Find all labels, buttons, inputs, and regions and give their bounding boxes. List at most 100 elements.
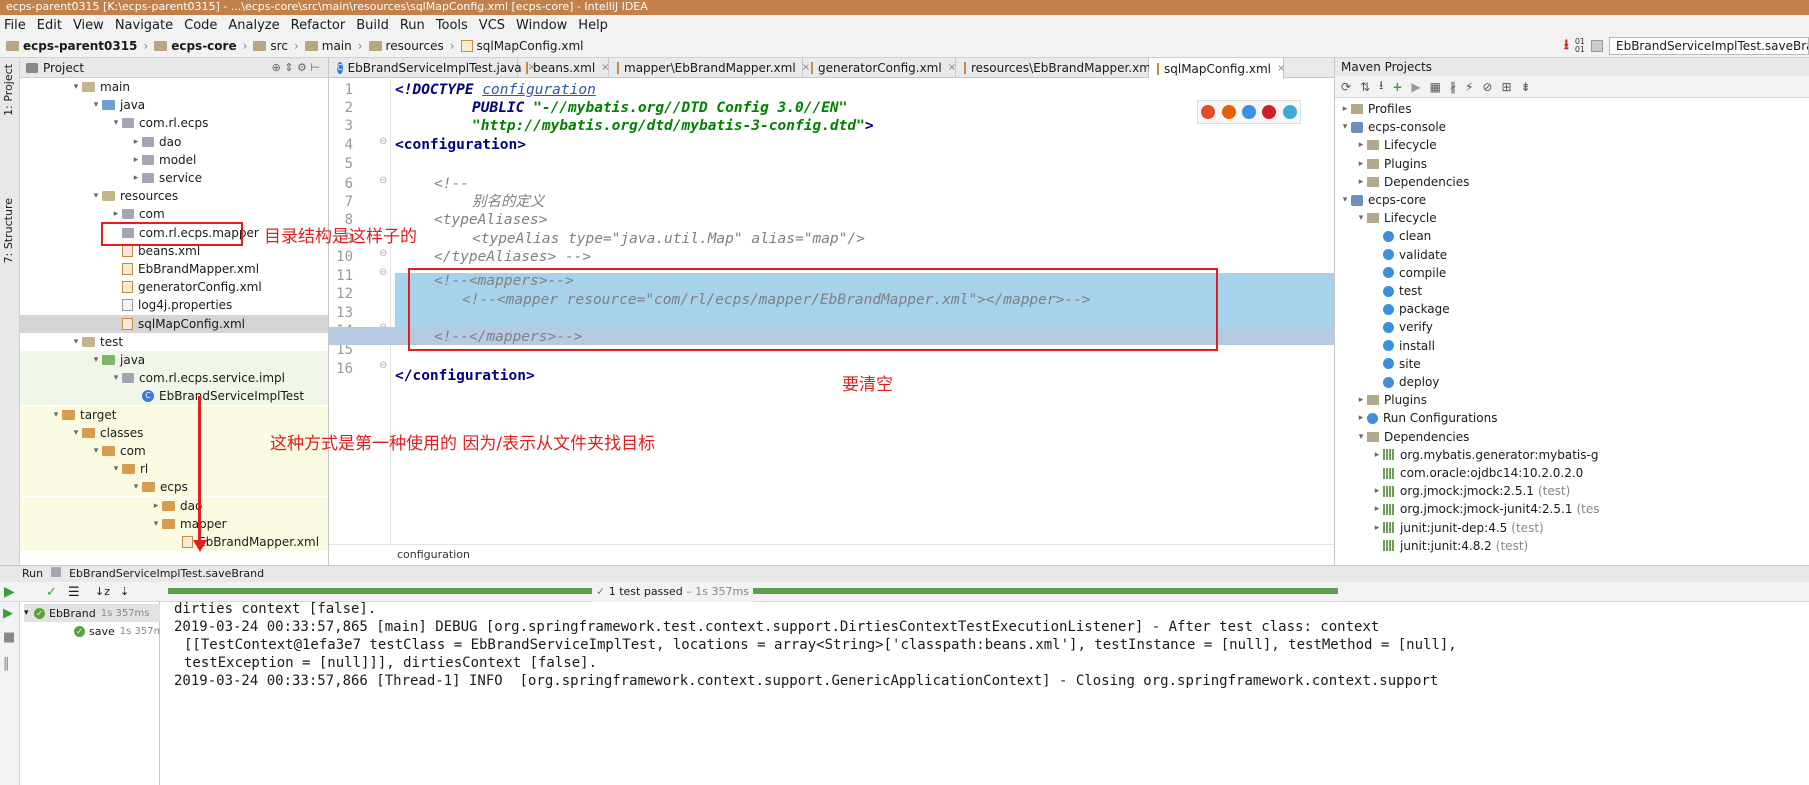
execute-icon[interactable]: ▦ (1430, 80, 1441, 94)
safari-icon[interactable] (1241, 105, 1256, 119)
run-config-selector[interactable]: EbBrandServiceImplTest.saveBrand (1609, 37, 1809, 55)
maven-tree-item[interactable]: ▾ ecps-core (1339, 191, 1426, 209)
fold-marker-6-icon[interactable]: ⊖ (379, 175, 387, 186)
expanded-arrow-icon[interactable]: ▾ (90, 96, 102, 114)
breadcrumb-project[interactable]: ecps-parent0315 › (6, 39, 148, 53)
project-tree-item[interactable]: ▸ dao (20, 496, 328, 515)
maven-tree-item[interactable]: ▸ Plugins (1355, 391, 1427, 409)
project-tree-item[interactable]: ▾ java (20, 351, 328, 369)
test-suite-row[interactable]: ▾ ✓ EbBrand 1s 357ms (24, 604, 164, 622)
maven-tree-item[interactable]: ▸ org.mybatis.generator:mybatis-g (1371, 446, 1599, 464)
expanded-arrow-icon[interactable]: ▾ (70, 333, 82, 351)
code-line-7[interactable]: 别名的定义 (472, 193, 545, 211)
editor-tab[interactable]: beans.xml × (518, 58, 610, 78)
menu-item-build[interactable]: Build (356, 18, 389, 33)
offline-icon[interactable]: ⚡ (1465, 80, 1473, 94)
maven-tree-item[interactable]: ▾ Lifecycle (1355, 209, 1437, 227)
fold-marker-11-icon[interactable]: ⊖ (379, 267, 387, 278)
breadcrumb-module[interactable]: ecps-core › (154, 39, 247, 53)
menu-item-vcs[interactable]: VCS (479, 18, 505, 33)
expanded-arrow-icon[interactable]: ▾ (110, 369, 122, 387)
project-tree-item[interactable]: EbBrandMapper.xml (20, 533, 328, 551)
firefox-icon[interactable] (1221, 105, 1236, 119)
menu-item-refactor[interactable]: Refactor (291, 18, 346, 33)
maven-tree-item[interactable]: ▸ org.jmock:jmock:2.5.1 (test) (1371, 482, 1571, 500)
code-line-9[interactable]: <typeAlias type="java.util.Map" alias="m… (472, 230, 865, 248)
maven-tree-item[interactable]: site (1371, 355, 1421, 373)
menu-item-tools[interactable]: Tools (436, 18, 468, 33)
maven-tree-item[interactable]: test (1371, 282, 1422, 300)
project-tree-item[interactable]: ▾ java (20, 96, 328, 114)
expanded-arrow-icon[interactable]: ▾ (90, 187, 102, 205)
run-icon[interactable]: ▶ (1411, 80, 1420, 94)
expanded-arrow-icon[interactable]: ▾ (90, 351, 102, 369)
code-line-10[interactable]: </typeAliases> --> (434, 248, 591, 266)
expanded-arrow-icon[interactable]: ▾ (1339, 118, 1351, 136)
close-tab-icon[interactable]: × (1277, 59, 1285, 79)
breadcrumb-resources[interactable]: resources › (368, 39, 455, 53)
collapsed-arrow-icon[interactable]: ▸ (130, 133, 142, 151)
collapsed-arrow-icon[interactable]: ▸ (1355, 391, 1367, 409)
project-tree-item[interactable]: ▾ target (20, 405, 328, 424)
expanded-arrow-icon[interactable]: ▾ (110, 114, 122, 132)
project-tree-item[interactable]: ▾ main (20, 78, 328, 96)
project-tree-item[interactable]: ▾ com.rl.ecps.service.impl (20, 369, 328, 388)
breadcrumb-main[interactable]: main › (304, 39, 363, 53)
project-tree-item[interactable]: sqlMapConfig.xml (20, 314, 328, 333)
breadcrumb-file[interactable]: sqlMapConfig.xml (460, 39, 583, 53)
skip-tests-icon[interactable]: ⊘ (1482, 80, 1492, 94)
collapsed-arrow-icon[interactable]: ▸ (1371, 482, 1383, 500)
editor-tab[interactable]: generatorConfig.xml × (803, 58, 956, 78)
project-tree-item[interactable]: ▸ service (20, 169, 328, 187)
pause-icon[interactable]: ‖ (3, 656, 10, 671)
generate-sources-icon[interactable]: ⇅ (1360, 80, 1370, 94)
breadcrumb-src[interactable]: src › (253, 39, 299, 53)
expanded-arrow-icon[interactable]: ▾ (1339, 191, 1351, 209)
maven-tree-item[interactable]: ▾ Dependencies (1355, 428, 1470, 446)
code-line-12[interactable]: <!--<mapper resource="com/rl/ecps/mapper… (462, 291, 1091, 309)
code-line-6[interactable]: <!-- (434, 175, 469, 193)
add-icon[interactable]: + (1392, 80, 1402, 94)
code-line-14[interactable]: <!--</mappers>--> (434, 328, 582, 346)
editor-breadcrumb[interactable]: configuration (329, 544, 1334, 565)
collapsed-arrow-icon[interactable]: ▸ (130, 151, 142, 169)
maven-tree-item[interactable]: clean (1371, 227, 1431, 245)
collapsed-arrow-icon[interactable]: ▸ (1355, 173, 1367, 191)
editor-tab[interactable]: mapper\EbBrandMapper.xml × (609, 58, 810, 78)
ie-icon[interactable] (1282, 105, 1297, 119)
maven-tree-item[interactable]: ▸ Profiles (1339, 100, 1412, 118)
maven-tree-item[interactable]: package (1371, 300, 1450, 318)
rerun-icon[interactable]: ▶ (4, 584, 15, 600)
maven-tree-item[interactable]: verify (1371, 318, 1433, 336)
project-tree-item[interactable]: ▾ resources (20, 187, 328, 205)
collapsed-arrow-icon[interactable]: ▸ (1371, 519, 1383, 537)
sort-alpha-icon[interactable]: ↓z (95, 585, 110, 598)
fold-marker-10-icon[interactable]: ⊖ (379, 248, 387, 259)
project-tree-item[interactable]: ▾ mapper (20, 514, 328, 533)
project-tree-item[interactable]: C EbBrandServiceImplTest (20, 387, 328, 406)
maven-tree-item[interactable]: ▸ Dependencies (1355, 173, 1470, 191)
download-icon[interactable]: ⭳ (1379, 76, 1383, 97)
expanded-arrow-icon[interactable]: ▾ (110, 460, 122, 478)
project-tree-item[interactable]: generatorConfig.xml (20, 278, 328, 296)
maven-tree-item[interactable]: ▸ Plugins (1355, 155, 1427, 173)
expanded-arrow-icon[interactable]: ▾ (1355, 428, 1367, 446)
run-again-icon[interactable]: ▶ (3, 606, 13, 621)
collapsed-arrow-icon[interactable]: ▸ (1355, 136, 1367, 154)
code-line-3[interactable]: "http://mybatis.org/dtd/mybatis-3-config… (472, 117, 874, 135)
expanded-arrow-icon[interactable]: ▾ (50, 406, 62, 424)
maven-tree-item[interactable]: ▸ junit:junit-dep:4.5 (test) (1371, 519, 1544, 537)
fold-marker-16-icon[interactable]: ⊖ (379, 360, 387, 371)
expanded-arrow-icon[interactable]: ▾ (70, 424, 82, 442)
project-tree-item[interactable]: ▸ dao (20, 133, 328, 151)
code-line-1[interactable]: <!DOCTYPE configuration (395, 81, 596, 99)
opera-icon[interactable] (1262, 105, 1277, 119)
collapsed-arrow-icon[interactable]: ▸ (1355, 409, 1367, 427)
toggle-icon[interactable]: ∦ (1450, 80, 1456, 94)
maven-tree-item[interactable]: ▸ Lifecycle (1355, 136, 1437, 154)
collapsed-arrow-icon[interactable]: ▸ (1371, 446, 1383, 464)
expanded-arrow-icon[interactable]: ▾ (1355, 209, 1367, 227)
maven-tree-item[interactable]: ▸ Run Configurations (1355, 409, 1498, 427)
expanded-arrow-icon[interactable]: ▾ (70, 78, 82, 96)
close-tab-icon[interactable]: × (948, 58, 956, 78)
